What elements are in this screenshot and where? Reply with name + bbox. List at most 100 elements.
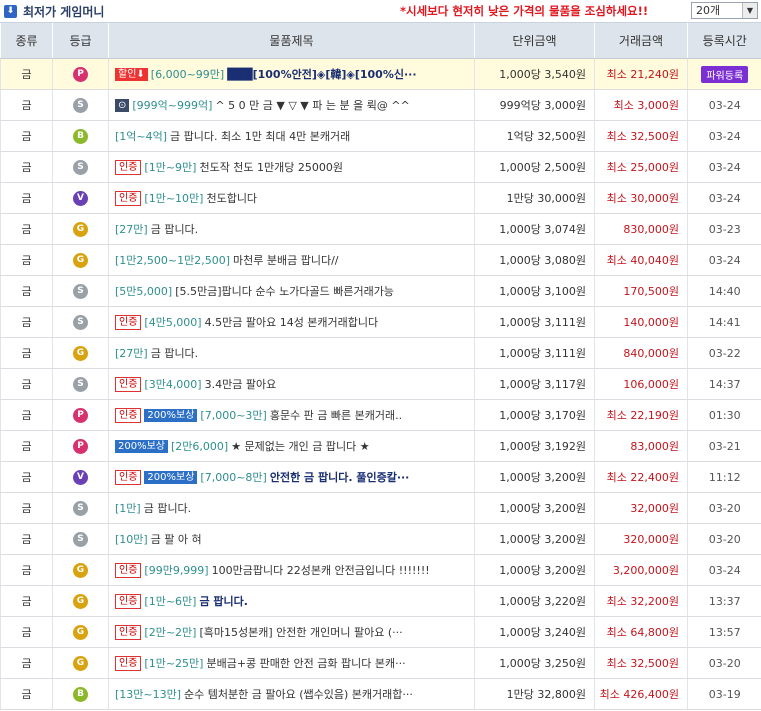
table-row[interactable]: 금 S [10만] 금 팔 아 혀 1,000당 3,200원 320,000원 03-20	[0, 523, 761, 555]
table-row[interactable]: 금 S 인증 [3만4,000] 3.4만금 팔아요 1,000당 3,117원 106,0…	[0, 368, 761, 400]
certified-badge: 인증	[115, 408, 142, 423]
item-title-link[interactable]: 순수 템처분한 금 팔아요 (쌥수있음) 본캐거래합···	[184, 688, 413, 701]
title-cell[interactable]: 인증 [1만~10만] 천도합니다	[108, 182, 475, 214]
item-title-link[interactable]: 100만금팝니다 22성본캐 안전금입니다 !!!!!!!	[212, 564, 430, 577]
title-cell[interactable]: [5만5,000] [5.5만금]팝니다 순수 노가다골드 빠른거래가능	[108, 275, 475, 307]
total-price-cell: 106,000원	[594, 368, 688, 400]
title-cell[interactable]: [1만2,500~1만2,500] 마천루 분배금 팝니다//	[108, 244, 475, 276]
grade-cell: S	[52, 306, 109, 338]
grade-s-icon: S	[73, 501, 88, 516]
item-title-link[interactable]: 금 팝니다.	[144, 502, 191, 515]
title-cell[interactable]: 인증 [1만~25만] 분배금+콩 판매한 안전 금화 팝니다 본캐···	[108, 647, 475, 679]
title-cell[interactable]: 인증 [3만4,000] 3.4만금 팔아요	[108, 368, 475, 400]
title-cell[interactable]: 200%보상 [2만6,000] ★ 문제없는 개인 금 팝니다 ★	[108, 430, 475, 462]
table-row[interactable]: 금 G 인증 [2만~2만] [흑마15성본캐] 안전한 개인머니 팔아요 (··· 1,…	[0, 616, 761, 648]
col-header-grade[interactable]: 등급	[52, 23, 109, 59]
item-title-link[interactable]: 금 팝니다.	[151, 223, 198, 236]
unit-price-cell: 1,000당 3,250원	[474, 647, 595, 679]
table-row[interactable]: 금 B [13만~13만] 순수 템처분한 금 팔아요 (쌥수있음) 본캐거래합···…	[0, 678, 761, 710]
item-title-link[interactable]: ^ 5 0 만 금 ▼ ▽ ▼ 파 는 분 을 뤽@ ^^	[215, 99, 409, 112]
grade-cell: G	[52, 616, 109, 648]
chevron-down-icon[interactable]: ▼	[742, 3, 757, 18]
item-title-link[interactable]: 금 팝니다. 최소 1만 최대 4만 본캐거래	[170, 130, 350, 143]
total-price-cell: 최소 426,400원	[594, 678, 688, 710]
total-price-cell: 140,000원	[594, 306, 688, 338]
title-cell[interactable]: 할인⬇ [6,000~99만] ███[100%안전]◈[韓]◈[100%신···	[108, 58, 475, 90]
quantity-range: [2만~2만]	[144, 626, 197, 639]
section-title-text: 최저가 게임머니	[23, 5, 105, 19]
item-title-link[interactable]: 천도작 천도 1만개당 25000원	[199, 161, 343, 174]
table-row[interactable]: 금 G 인증 [1만~25만] 분배금+콩 판매한 안전 금화 팝니다 본캐··· 1,0…	[0, 647, 761, 679]
title-cell[interactable]: [1만] 금 팝니다.	[108, 492, 475, 524]
table-row[interactable]: 금 S [1만] 금 팝니다. 1,000당 3,200원 32,000원 03-20	[0, 492, 761, 524]
table-row[interactable]: 금 G [27만] 금 팝니다. 1,000당 3,074원 830,000원 03-23	[0, 213, 761, 245]
power-register-button[interactable]: 파워등록	[701, 65, 749, 83]
title-cell[interactable]: 인증 [4만5,000] 4.5만금 팔아요 14성 본캐거래합니다	[108, 306, 475, 338]
title-cell[interactable]: 인증 200%보상 [7,000~3만] 홍문수 판 금 빠른 본캐거래..	[108, 399, 475, 431]
title-cell[interactable]: 인증 [1만~6만] 금 팝니다.	[108, 585, 475, 617]
item-title-link[interactable]: [5.5만금]팝니다 순수 노가다골드 빠른거래가능	[175, 285, 394, 298]
grade-cell: S	[52, 89, 109, 121]
item-title-link[interactable]: ███[100%안전]◈[韓]◈[100%신···	[227, 68, 416, 81]
grade-v-icon: V	[73, 191, 88, 206]
title-cell[interactable]: ⊙ [999억~999억] ^ 5 0 만 금 ▼ ▽ ▼ 파 는 분 을 뤽@ ^…	[108, 89, 475, 121]
title-cell[interactable]: 인증 [99만9,999] 100만금팝니다 22성본캐 안전금입니다 !!!!!!…	[108, 554, 475, 586]
item-title-link[interactable]: 3.4만금 팔아요	[205, 378, 277, 391]
title-cell[interactable]: 인증 [1만~9만] 천도작 천도 1만개당 25000원	[108, 151, 475, 183]
title-cell[interactable]: [13만~13만] 순수 템처분한 금 팔아요 (쌥수있음) 본캐거래합···	[108, 678, 475, 710]
title-cell[interactable]: [1억~4억] 금 팝니다. 최소 1만 최대 4만 본캐거래	[108, 120, 475, 152]
table-row[interactable]: 금 V 인증 200%보상 [7,000~8만] 안전한 금 팝니다. 풀인증칼··· 1,…	[0, 461, 761, 493]
total-price-cell: 83,000원	[594, 430, 688, 462]
title-cell[interactable]: [10만] 금 팔 아 혀	[108, 523, 475, 555]
table-row[interactable]: 금 B [1억~4억] 금 팝니다. 최소 1만 최대 4만 본캐거래 1억당 32,5…	[0, 120, 761, 152]
table-row[interactable]: 금 V 인증 [1만~10만] 천도합니다 1만당 30,000원 최소 30,000원 03…	[0, 182, 761, 214]
item-title-link[interactable]: 안전한 금 팝니다. 풀인증칼···	[270, 471, 410, 484]
certified-badge: 인증	[115, 656, 142, 671]
table-row[interactable]: 금 P 200%보상 [2만6,000] ★ 문제없는 개인 금 팝니다 ★ 1,000당…	[0, 430, 761, 462]
table-row[interactable]: 금 G 인증 [1만~6만] 금 팝니다. 1,000당 3,220원 최소 32,200원…	[0, 585, 761, 617]
grade-s-icon: S	[73, 377, 88, 392]
title-cell[interactable]: [27만] 금 팝니다.	[108, 337, 475, 369]
item-title-link[interactable]: 금 팝니다.	[151, 347, 198, 360]
grade-cell: S	[52, 492, 109, 524]
table-row[interactable]: 금 S [5만5,000] [5.5만금]팝니다 순수 노가다골드 빠른거래가능 1,0…	[0, 275, 761, 307]
grade-cell: B	[52, 678, 109, 710]
grade-p-icon: P	[73, 408, 88, 423]
col-header-total-price[interactable]: 거래금액	[594, 23, 688, 59]
count-select[interactable]: 20개 ▼	[691, 2, 758, 19]
col-header-unit-price[interactable]: 단위금액	[474, 23, 595, 59]
item-title-link[interactable]: 천도합니다	[206, 192, 257, 205]
title-cell[interactable]: 인증 200%보상 [7,000~8만] 안전한 금 팝니다. 풀인증칼···	[108, 461, 475, 493]
table-row[interactable]: 금 G [27만] 금 팝니다. 1,000당 3,111원 840,000원 03-22	[0, 337, 761, 369]
total-price-cell: 최소 21,240원	[594, 58, 688, 90]
table-row[interactable]: 금 P 할인⬇ [6,000~99만] ███[100%안전]◈[韓]◈[100%신··…	[0, 58, 761, 90]
table-row[interactable]: 금 S ⊙ [999억~999억] ^ 5 0 만 금 ▼ ▽ ▼ 파 는 분 을 뤽@…	[0, 89, 761, 121]
kind-cell: 금	[0, 554, 53, 586]
col-header-reg-time[interactable]: 등록시간	[687, 23, 761, 59]
table-row[interactable]: 금 G [1만2,500~1만2,500] 마천루 분배금 팝니다//1,000당 3…	[0, 244, 761, 276]
table-row[interactable]: 금 P 인증 200%보상 [7,000~3만] 홍문수 판 금 빠른 본캐거래.. 1,0…	[0, 399, 761, 431]
item-title-link[interactable]: ★ 문제없는 개인 금 팝니다 ★	[231, 440, 369, 453]
item-title-link[interactable]: 홍문수 판 금 빠른 본캐거래..	[270, 409, 402, 422]
title-cell[interactable]: [27만] 금 팝니다.	[108, 213, 475, 245]
item-title-link[interactable]: 4.5만금 팔아요 14성 본캐거래합니다	[205, 316, 379, 329]
quantity-range: [7,000~3만]	[200, 409, 267, 422]
kind-cell: 금	[0, 678, 53, 710]
item-title-link[interactable]: 금 팝니다.	[199, 595, 248, 608]
item-title-link[interactable]: 금 팔 아 혀	[151, 533, 202, 546]
kind-cell: 금	[0, 89, 53, 121]
kind-cell: 금	[0, 399, 53, 431]
item-title-link[interactable]: 분배금+콩 판매한 안전 금화 팝니다 본캐···	[206, 657, 405, 670]
title-cell[interactable]: 인증 [2만~2만] [흑마15성본캐] 안전한 개인머니 팔아요 (···	[108, 616, 475, 648]
item-title-link[interactable]: 마천루 분배금 팝니다//	[233, 254, 339, 267]
kind-cell: 금	[0, 337, 53, 369]
kind-cell: 금	[0, 647, 53, 679]
total-price-cell: 최소 64,800원	[594, 616, 688, 648]
col-header-kind[interactable]: 종류	[0, 23, 53, 59]
table-row[interactable]: 금 S 인증 [4만5,000] 4.5만금 팔아요 14성 본캐거래합니다 1,000당…	[0, 306, 761, 338]
col-header-title[interactable]: 물품제목	[108, 23, 475, 59]
kind-cell: 금	[0, 244, 53, 276]
table-row[interactable]: 금 S 인증 [1만~9만] 천도작 천도 1만개당 25000원 1,000당 2,50…	[0, 151, 761, 183]
item-title-link[interactable]: [흑마15성본캐] 안전한 개인머니 팔아요 (···	[199, 626, 402, 639]
table-row[interactable]: 금 G 인증 [99만9,999] 100만금팝니다 22성본캐 안전금입니다 !!!!…	[0, 554, 761, 586]
